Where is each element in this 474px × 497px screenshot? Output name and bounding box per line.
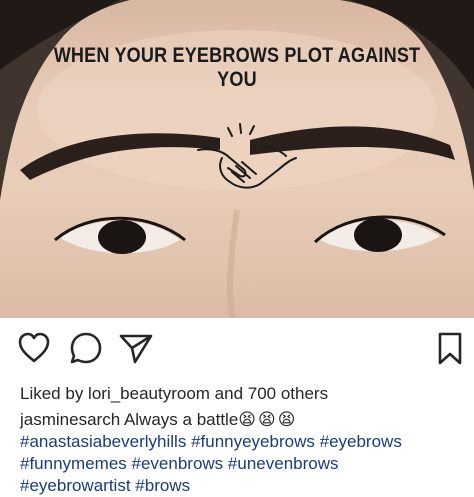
- hashtag-link[interactable]: #brows: [135, 476, 190, 495]
- post-action-bar: [0, 330, 474, 370]
- image-caption: WHEN YOUR EYEBROWS PLOT AGAINST YOU: [53, 44, 421, 91]
- hashtag-link[interactable]: #anastasiabeverlyhills: [20, 432, 186, 451]
- paper-plane-icon[interactable]: [118, 330, 154, 366]
- hashtags-line-3: #eyebrowartist #brows: [20, 476, 190, 495]
- hashtag-link[interactable]: #unevenbrows: [228, 454, 339, 473]
- hashtags-line-1: #anastasiabeverlyhills #funnyeyebrows #e…: [20, 432, 402, 451]
- comment-bubble-icon[interactable]: [68, 330, 104, 366]
- hashtag-link[interactable]: #funnyeyebrows: [191, 432, 315, 451]
- hashtag-link[interactable]: #evenbrows: [132, 454, 224, 473]
- heart-icon[interactable]: [16, 330, 52, 366]
- hashtag-link[interactable]: #eyebrowartist: [20, 476, 131, 495]
- hashtag-link[interactable]: #eyebrows: [320, 432, 402, 451]
- caption-emojis: 😫😫😫: [238, 410, 298, 429]
- hashtag-link[interactable]: #funnymemes: [20, 454, 127, 473]
- likes-suffix[interactable]: and 700 others: [210, 384, 328, 403]
- likes-prefix: Liked by: [20, 384, 89, 403]
- hashtags-line-2: #funnymemes #evenbrows #unevenbrows: [20, 454, 339, 473]
- post-image[interactable]: WHEN YOUR EYEBROWS PLOT AGAINST YOU: [0, 0, 474, 318]
- liked-by-user-link[interactable]: lori_beautyroom: [88, 384, 210, 403]
- author-username-link[interactable]: jasminesarch: [20, 410, 120, 429]
- likes-summary: Liked by lori_beautyroom and 700 others: [20, 384, 328, 404]
- post-caption: jasminesarch Always a battle😫😫😫 #anastas…: [20, 409, 460, 497]
- bookmark-icon[interactable]: [432, 330, 468, 366]
- caption-text: Always a battle: [120, 410, 239, 429]
